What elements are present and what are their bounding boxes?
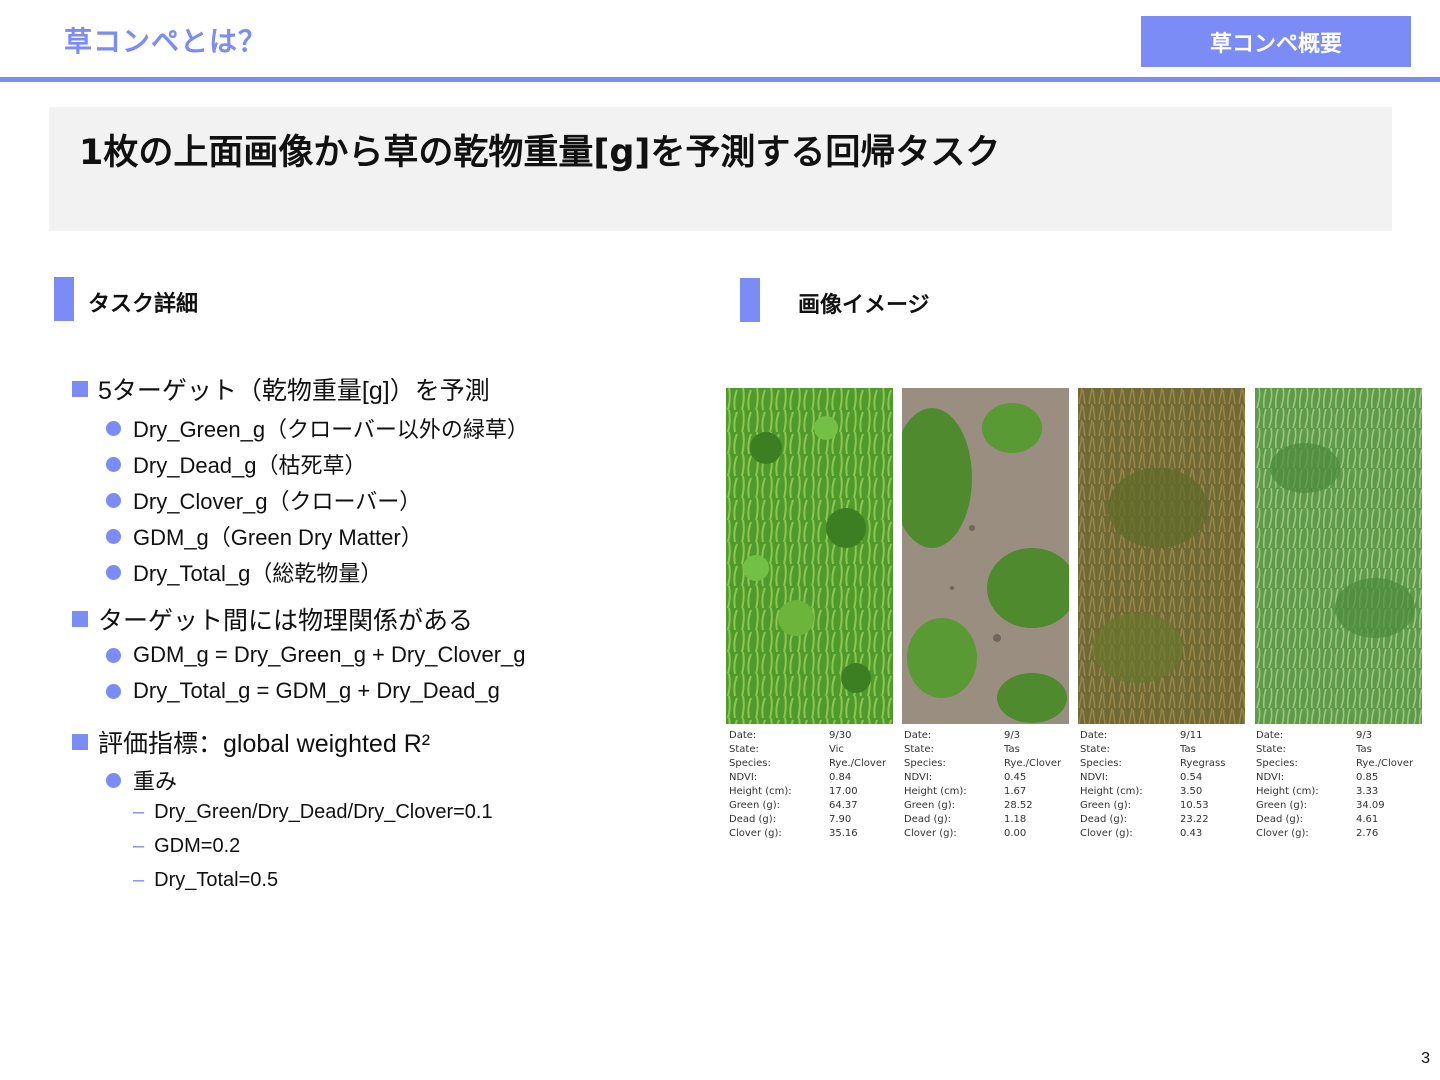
square-bullet-icon <box>72 381 88 397</box>
sub-bullet: Dry_Dead_g（枯死草） <box>106 448 367 480</box>
dot-bullet-icon <box>106 647 121 663</box>
sub-bullet-text: Dry_Dead_g（枯死草） <box>133 453 367 478</box>
sub-sub-bullet: – GDM=0.2 <box>133 835 240 858</box>
sub-sub-bullet: – Dry_Total=0.5 <box>133 869 278 892</box>
header-badge: 草コンペ概要 <box>1141 16 1411 67</box>
sub-bullet-text: 重み <box>133 769 178 794</box>
sample-caption-2: Date: 9/3 State: Tas Species: Rye./Clover N… <box>904 730 1062 839</box>
bullet-text: ターゲット間には物理関係がある <box>98 607 474 635</box>
square-bullet-icon <box>72 734 88 750</box>
dash-bullet-icon: – <box>133 869 145 891</box>
left-section-bar <box>54 277 74 321</box>
sample-caption-1: Date: 9/30 State: Vic Species: Rye./Clover … <box>729 730 887 839</box>
grass-photo-1 <box>726 388 893 724</box>
bullet-text: 評価指標：global weighted R² <box>98 730 431 758</box>
grass-photo-2 <box>902 388 1069 724</box>
dash-bullet-icon: – <box>133 801 145 823</box>
headline-text: 1枚の上面画像から草の乾物重量[g]を予測する回帰タスク <box>79 133 1001 173</box>
grass-photo-3 <box>1078 388 1245 724</box>
square-bullet-icon <box>72 611 88 627</box>
sub-bullet: Dry_Green_g（クローバー以外の緑草） <box>106 412 529 444</box>
sub-bullet: GDM_g（Green Dry Matter） <box>106 520 423 552</box>
bullet-text: 5ターゲット（乾物重量[g]）を予測 <box>98 377 490 405</box>
sub-sub-bullet-text: Dry_Green/Dry_Dead/Dry_Clover=0.1 <box>154 801 493 823</box>
sub-bullet: Dry_Clover_g（クローバー） <box>106 484 421 516</box>
dot-bullet-icon <box>106 528 121 544</box>
header-rule <box>0 77 1440 82</box>
dot-bullet-icon <box>106 420 121 436</box>
sub-bullet: Dry_Total_g（総乾物量） <box>106 556 382 588</box>
bullet-relations: ターゲット間には物理関係がある <box>72 601 473 637</box>
sub-bullet-text: Dry_Total_g = GDM_g + Dry_Dead_g <box>133 678 500 703</box>
dot-bullet-icon <box>106 492 121 508</box>
sub-bullet-text: Dry_Total_g（総乾物量） <box>133 561 383 586</box>
grass-photo-4 <box>1255 388 1422 724</box>
sub-bullet-text: Dry_Clover_g（クローバー） <box>133 489 422 514</box>
headline-box: 1枚の上面画像から草の乾物重量[g]を予測する回帰タスク <box>49 107 1392 231</box>
dot-bullet-icon <box>106 564 121 580</box>
dot-bullet-icon <box>106 456 121 472</box>
header-title: 草コンペとは？ <box>64 25 268 58</box>
dash-bullet-icon: – <box>133 835 145 857</box>
sub-sub-bullet-text: GDM=0.2 <box>154 835 241 857</box>
page-number: 3 <box>1421 1050 1430 1067</box>
bullet-metric: 評価指標：global weighted R² <box>72 724 430 760</box>
sub-bullet-text: GDM_g = Dry_Green_g + Dry_Clover_g <box>133 642 526 667</box>
sample-caption-4: Date: 9/3 State: Tas Species: Rye./Clover N… <box>1256 730 1414 839</box>
sub-bullet: Dry_Total_g = GDM_g + Dry_Dead_g <box>106 678 500 704</box>
sub-bullet: 重み <box>106 764 177 796</box>
right-section-bar <box>740 278 760 322</box>
sub-bullet-text: Dry_Green_g（クローバー以外の緑草） <box>133 417 529 442</box>
sample-caption-3: Date: 9/11 State: Tas Species: Ryegrass NDV… <box>1080 730 1226 839</box>
sub-sub-bullet: – Dry_Green/Dry_Dead/Dry_Clover=0.1 <box>133 801 493 824</box>
right-section-title: 画像イメージ <box>798 293 930 318</box>
sub-sub-bullet-text: Dry_Total=0.5 <box>154 869 279 891</box>
bullet-targets: 5ターゲット（乾物重量[g]）を予測 <box>72 371 490 407</box>
dot-bullet-icon <box>106 772 121 788</box>
grass-photo-strip <box>726 388 1422 724</box>
dot-bullet-icon <box>106 683 121 699</box>
left-section-title: タスク詳細 <box>88 292 199 317</box>
sub-bullet: GDM_g = Dry_Green_g + Dry_Clover_g <box>106 642 526 668</box>
sub-bullet-text: GDM_g（Green Dry Matter） <box>133 525 423 550</box>
